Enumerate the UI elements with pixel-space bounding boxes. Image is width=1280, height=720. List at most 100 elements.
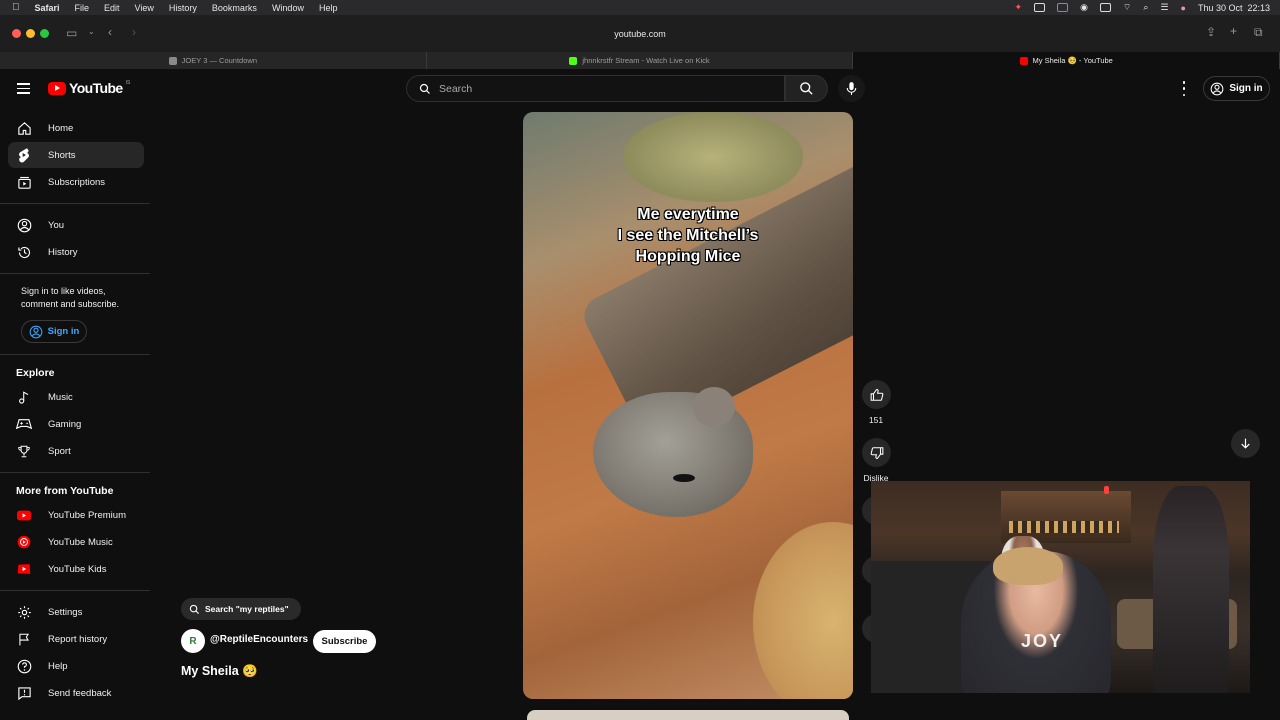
- webcam-shirt-text: JOY: [1021, 631, 1064, 651]
- signin-prompt-text: Sign in to like videos, comment and subs…: [21, 286, 120, 309]
- yt-premium-icon: [16, 507, 32, 523]
- account-icon: [16, 217, 32, 233]
- forward-icon[interactable]: ›: [132, 25, 136, 39]
- hamburger-menu-icon[interactable]: [17, 83, 30, 94]
- battery-icon[interactable]: [1099, 3, 1111, 12]
- music-icon: [16, 389, 32, 405]
- share-icon[interactable]: ⇪: [1206, 25, 1216, 39]
- control-center-icon[interactable]: ☰: [1160, 2, 1168, 13]
- menu-safari[interactable]: Safari: [35, 3, 60, 13]
- sidebar-item-label: Settings: [48, 606, 83, 618]
- shorts-video-player[interactable]: Me everytime I see the Mitchell’s Hoppin…: [523, 112, 853, 699]
- sidebar-item-label: YouTube Kids: [48, 563, 107, 575]
- explore-heading: Explore: [16, 367, 55, 379]
- screen-share-icon[interactable]: [1057, 3, 1069, 12]
- sidebar-item-label: You: [48, 219, 65, 231]
- sidebar-item-send-feedback[interactable]: Send feedback: [8, 680, 144, 706]
- tab-joey-countdown[interactable]: JOEY 3 — Countdown: [0, 52, 427, 69]
- next-short-preview[interactable]: [527, 710, 849, 720]
- home-icon: [16, 120, 32, 136]
- sidebar-item-sport[interactable]: Sport: [8, 438, 144, 464]
- tab-label: JOEY 3 — Countdown: [181, 56, 257, 65]
- channel-handle[interactable]: @ReptileEncounters: [210, 634, 308, 645]
- sidebar-item-label: History: [48, 246, 78, 258]
- like-button[interactable]: [862, 380, 891, 409]
- sidebar-item-youtube-kids[interactable]: YouTube Kids: [8, 556, 144, 582]
- subscribe-button[interactable]: Subscribe: [313, 630, 376, 653]
- spotlight-icon[interactable]: ⌕: [1143, 2, 1148, 13]
- sidebar-item-youtube-premium[interactable]: YouTube Premium: [8, 502, 144, 528]
- more-options-icon[interactable]: [1180, 81, 1188, 96]
- sidebar-signin-button[interactable]: Sign in: [21, 320, 87, 343]
- menu-history[interactable]: History: [169, 3, 197, 13]
- sidebar-item-label: Music: [48, 391, 73, 403]
- youtube-logo[interactable]: YouTube IS: [48, 80, 130, 96]
- sidebar-item-home[interactable]: Home: [8, 115, 144, 141]
- sidebar-item-youtube-music[interactable]: YouTube Music: [8, 529, 144, 555]
- apple-menu-icon[interactable]: : [12, 2, 20, 13]
- chevron-down-icon[interactable]: ⌄: [88, 27, 95, 36]
- window-status-icon[interactable]: [1034, 3, 1046, 12]
- sidebar-item-you[interactable]: You: [8, 212, 144, 238]
- wifi-icon[interactable]: ⌔: [1123, 2, 1131, 13]
- sidebar-item-help[interactable]: Help: [8, 653, 144, 679]
- account-icon: [29, 325, 43, 338]
- search-button[interactable]: [785, 75, 828, 102]
- menu-help[interactable]: Help: [319, 3, 338, 13]
- menu-file[interactable]: File: [75, 3, 90, 13]
- tab-bar: JOEY 3 — Countdown jhnnkrstfr Stream - W…: [0, 52, 1280, 69]
- shorts-icon: [16, 147, 32, 163]
- search-icon: [189, 604, 200, 614]
- search-icon: [419, 83, 430, 94]
- siri-icon[interactable]: ●: [1181, 3, 1186, 13]
- back-icon[interactable]: ‹: [108, 25, 112, 39]
- logo-region: IS: [125, 80, 131, 86]
- video-title: My Sheila 🥺: [181, 664, 258, 678]
- signin-label: Sign in: [1229, 83, 1263, 94]
- sidebar-item-gaming[interactable]: Gaming: [8, 411, 144, 437]
- sidebar-item-shorts[interactable]: Shorts: [8, 142, 144, 168]
- signin-label: Sign in: [47, 326, 80, 337]
- sidebar-item-history[interactable]: History: [8, 239, 144, 265]
- minimize-window-icon[interactable]: [26, 29, 35, 38]
- webcam-person-standing: [1153, 486, 1229, 693]
- sidebar-item-label: Send feedback: [48, 687, 112, 699]
- sidebar-item-report-history[interactable]: Report history: [8, 626, 144, 652]
- help-icon: [16, 658, 32, 674]
- video-scene-mouse-ear: [693, 387, 735, 427]
- sidebar-item-subscriptions[interactable]: Subscriptions: [8, 169, 144, 195]
- close-window-icon[interactable]: [12, 29, 21, 38]
- play-status-icon[interactable]: ◉: [1080, 2, 1088, 13]
- webcam-red-light: [1104, 486, 1109, 494]
- tab-kick-stream[interactable]: jhnnkrstfr Stream - Watch Live on Kick: [427, 52, 854, 69]
- search-input[interactable]: [439, 82, 739, 95]
- sidebar-toggle-icon[interactable]: ▭: [66, 26, 77, 40]
- tab-youtube-active[interactable]: My Sheila 🥺 - YouTube: [853, 52, 1280, 69]
- zoom-window-icon[interactable]: [40, 29, 49, 38]
- macos-menubar:  Safari File Edit View History Bookmark…: [0, 0, 1280, 15]
- menu-edit[interactable]: Edit: [104, 3, 120, 13]
- sidebar-item-settings[interactable]: Settings: [8, 599, 144, 625]
- status-app-icon[interactable]: ✦: [1015, 2, 1023, 13]
- sidebar-item-music[interactable]: Music: [8, 384, 144, 410]
- sidebar-item-label: Report history: [48, 633, 108, 645]
- next-short-button[interactable]: [1231, 429, 1260, 458]
- sidebar-item-label: Subscriptions: [48, 176, 106, 188]
- channel-avatar[interactable]: R: [181, 629, 205, 653]
- address-bar[interactable]: youtube.com: [380, 24, 900, 44]
- trophy-icon: [16, 443, 32, 459]
- voice-search-button[interactable]: [838, 75, 865, 102]
- video-caption: Me everytime I see the Mitchell’s Hoppin…: [617, 206, 759, 265]
- related-search-chip[interactable]: Search "my reptiles": [181, 598, 301, 620]
- search-bar[interactable]: [406, 75, 785, 102]
- header-signin-button[interactable]: Sign in: [1203, 76, 1270, 101]
- menu-view[interactable]: View: [135, 3, 154, 13]
- video-scene-moss: [623, 112, 803, 202]
- menu-window[interactable]: Window: [272, 3, 304, 13]
- menu-bookmarks[interactable]: Bookmarks: [212, 3, 257, 13]
- thumbs-up-icon: [870, 388, 883, 401]
- tab-overview-icon[interactable]: ⧉: [1254, 25, 1263, 40]
- new-tab-icon[interactable]: +: [1230, 24, 1237, 38]
- menubar-clock[interactable]: Thu 30 Oct 22:13: [1198, 3, 1270, 13]
- dislike-button[interactable]: [862, 438, 891, 467]
